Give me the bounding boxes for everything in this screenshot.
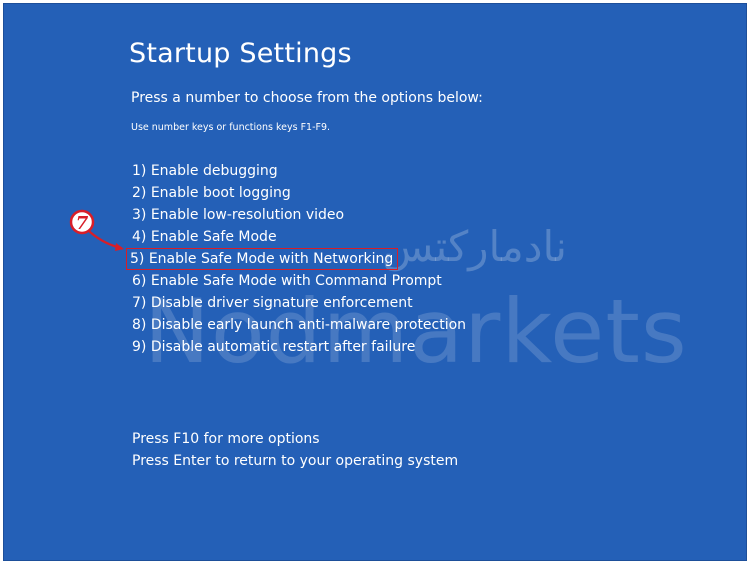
step-arrow-head-icon (115, 243, 124, 251)
option-disable-early-launch-anti-malware[interactable]: 8) Disable early launch anti-malware pro… (130, 314, 468, 336)
startup-settings-screen: نادمارکتس Nodmarkets Startup Settings Pr… (3, 3, 747, 561)
option-enable-low-resolution-video[interactable]: 3) Enable low-resolution video (130, 204, 468, 226)
key-hint-text: Use number keys or functions keys F1-F9. (131, 122, 331, 133)
option-enable-debugging[interactable]: 1) Enable debugging (130, 160, 468, 182)
footer-instructions: Press F10 for more options Press Enter t… (130, 428, 460, 472)
option-disable-driver-signature-enforcement[interactable]: 7) Disable driver signature enforcement (130, 292, 468, 314)
instruction-text: Press a number to choose from the option… (131, 90, 483, 106)
option-enable-safe-mode-with-networking[interactable]: 5) Enable Safe Mode with Networking (125, 248, 399, 270)
more-options-hint: Press F10 for more options (132, 431, 320, 447)
page-title: Startup Settings (129, 38, 352, 69)
step-annotation: 7 (69, 209, 124, 251)
option-enable-safe-mode[interactable]: 4) Enable Safe Mode (130, 226, 468, 248)
option-disable-automatic-restart[interactable]: 9) Disable automatic restart after failu… (130, 336, 468, 358)
option-enable-boot-logging[interactable]: 2) Enable boot logging (130, 182, 468, 204)
options-list: 1) Enable debugging 2) Enable boot loggi… (125, 160, 468, 358)
option-enable-safe-mode-with-command-prompt[interactable]: 6) Enable Safe Mode with Command Prompt (130, 270, 468, 292)
step-number: 7 (76, 213, 89, 234)
return-hint: Press Enter to return to your operating … (132, 453, 459, 469)
